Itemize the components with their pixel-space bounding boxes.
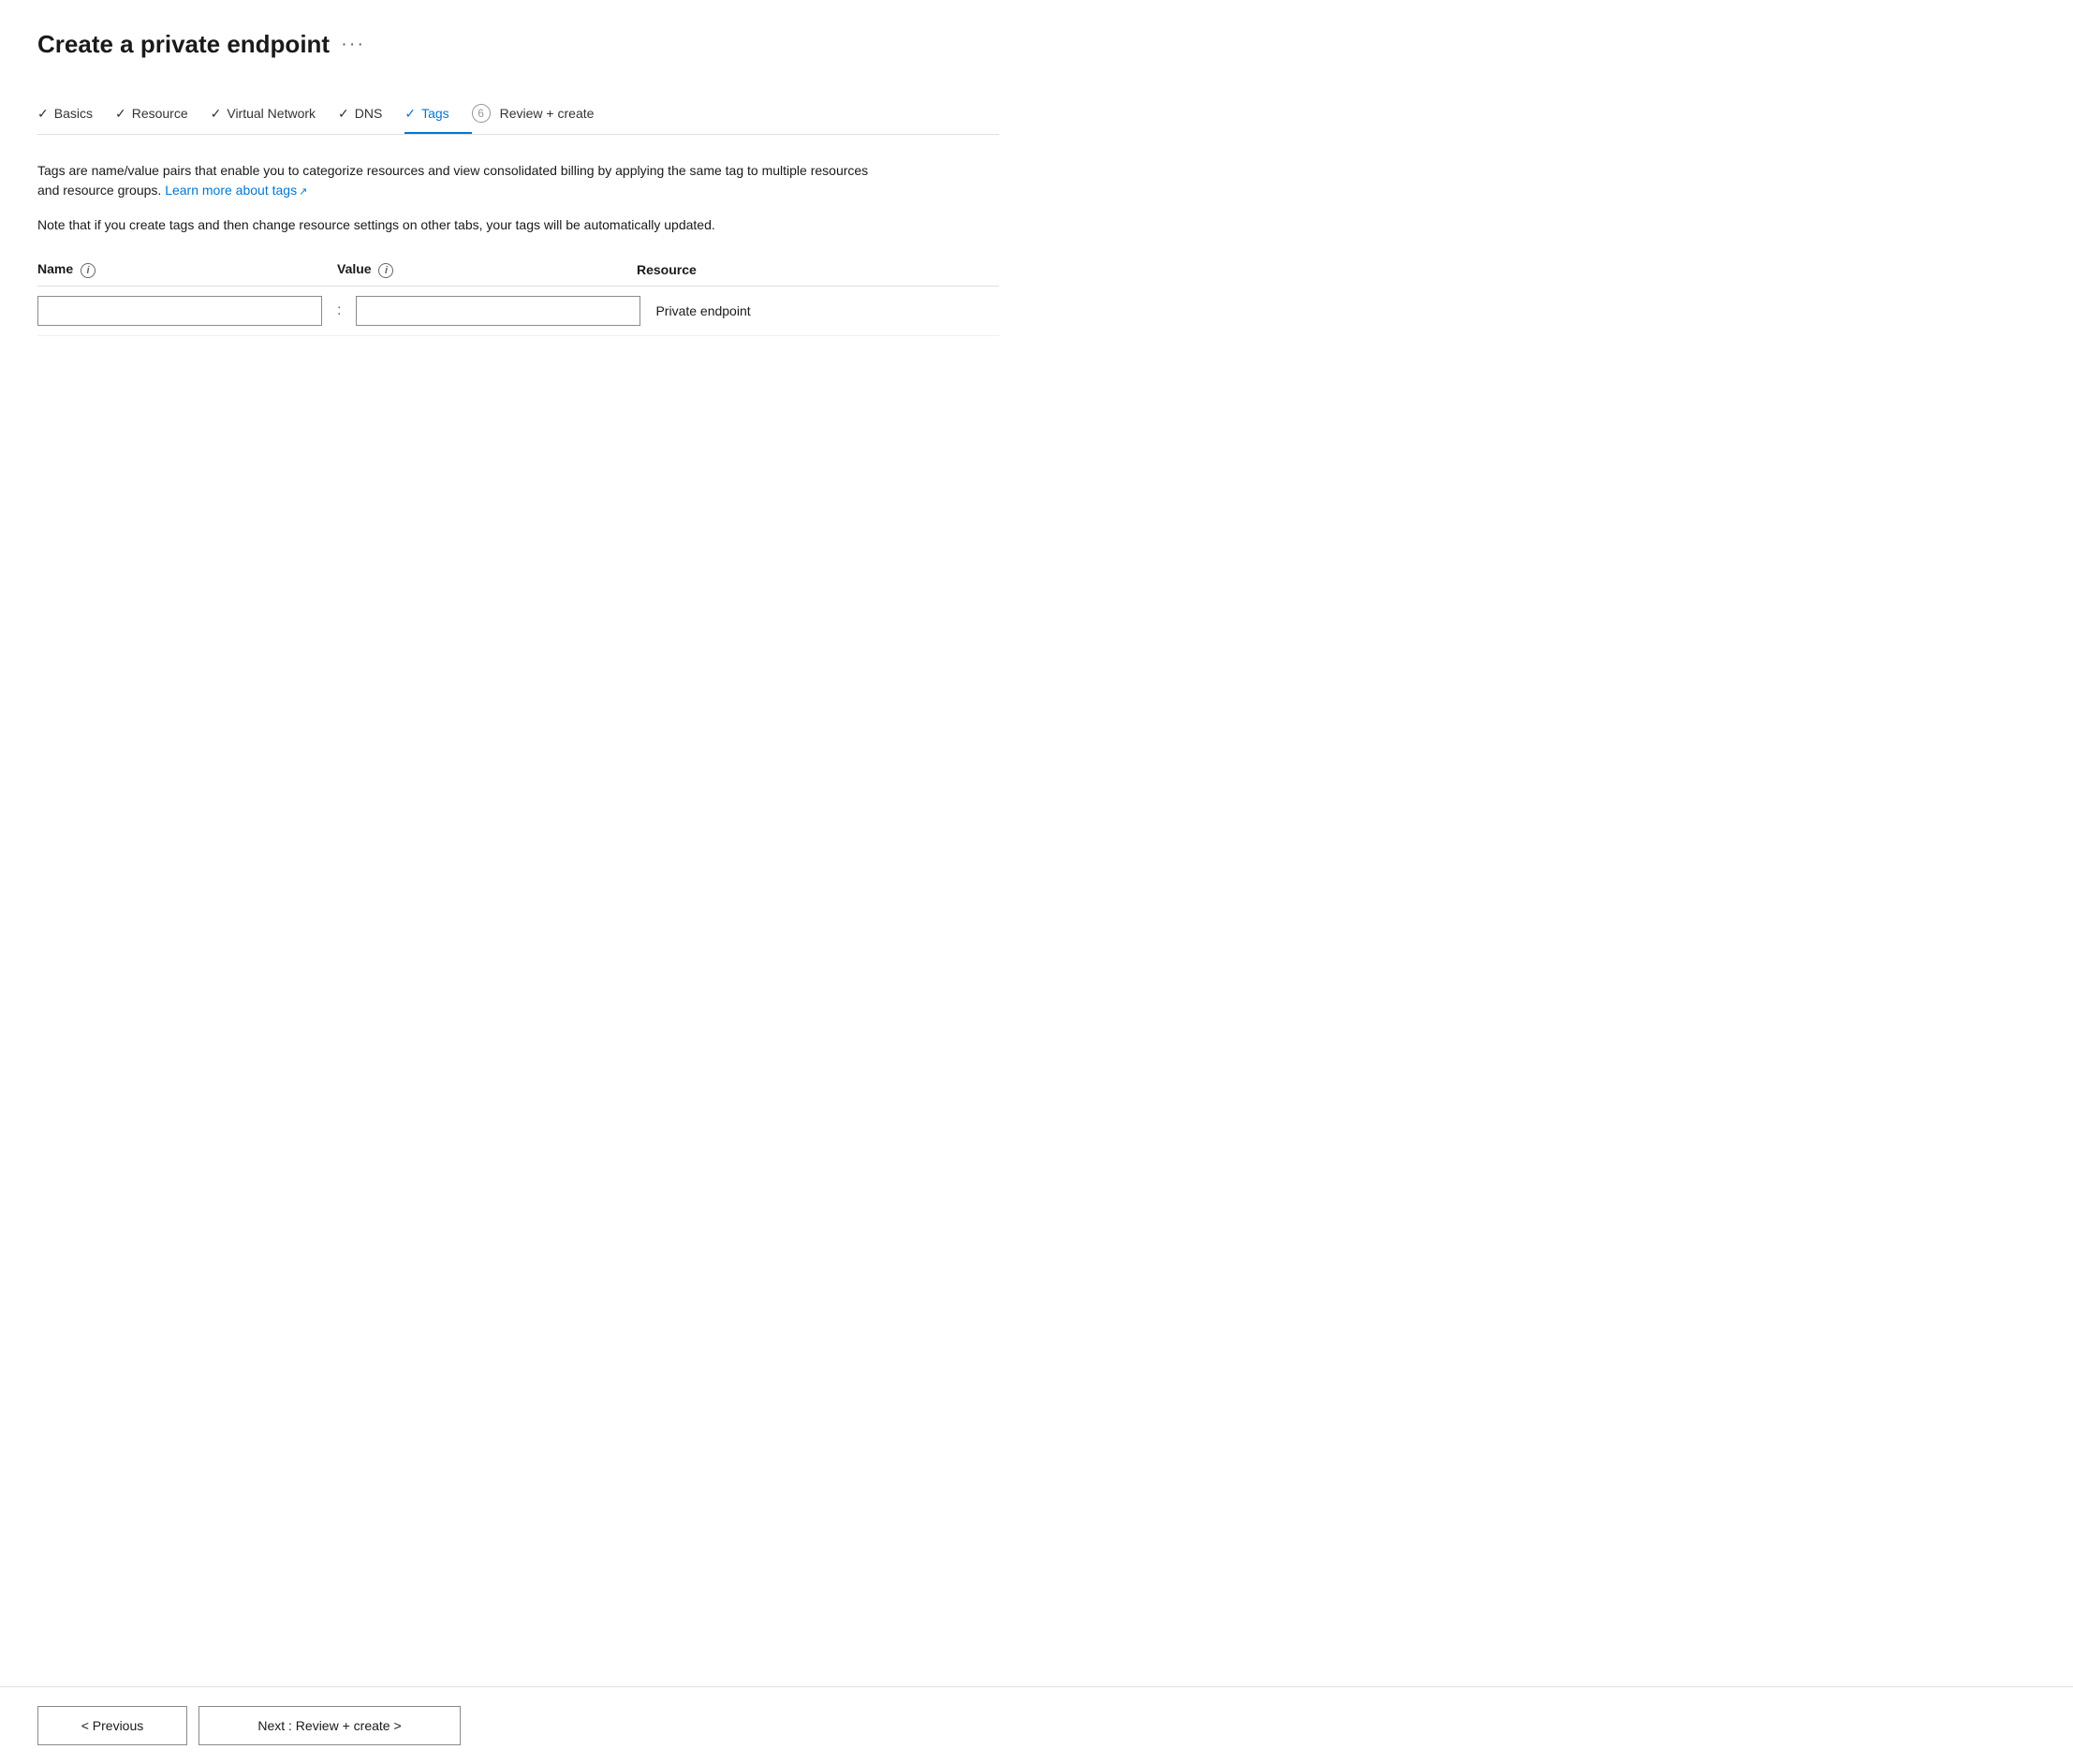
tab-dns-label: DNS [355, 106, 383, 121]
separator: : [337, 302, 341, 319]
tab-basics[interactable]: ✓ Basics [37, 95, 115, 133]
tab-tags[interactable]: ✓ Tags [404, 95, 471, 133]
value-input-cell [356, 296, 655, 326]
tab-review-create-badge: 6 [472, 104, 491, 123]
name-input-cell [37, 296, 337, 326]
check-icon-basics: ✓ [37, 106, 49, 122]
tab-review-create-label: Review + create [500, 106, 595, 121]
check-icon-virtual-network: ✓ [211, 106, 222, 122]
page-title: Create a private endpoint [37, 30, 330, 59]
check-icon-tags: ✓ [404, 106, 416, 122]
page-title-row: Create a private endpoint ··· [37, 30, 999, 59]
tag-name-input[interactable] [37, 296, 322, 326]
tab-basics-label: Basics [54, 106, 93, 121]
note-text: Note that if you create tags and then ch… [37, 215, 880, 235]
col-name-header: Name i [37, 261, 337, 278]
value-info-icon[interactable]: i [378, 263, 393, 278]
col-resource-label: Resource [637, 262, 697, 277]
col-value-label: Value [337, 261, 372, 276]
tab-review-create[interactable]: 6 Review + create [472, 93, 617, 134]
col-name-label: Name [37, 261, 73, 276]
tab-resource[interactable]: ✓ Resource [115, 95, 211, 133]
next-button[interactable]: Next : Review + create > [198, 1706, 461, 1745]
learn-more-text: Learn more about tags [165, 183, 297, 198]
tags-table: Name i Value i Resource : Private endpoi… [37, 261, 999, 336]
col-resource-header: Resource [637, 262, 999, 277]
tab-virtual-network[interactable]: ✓ Virtual Network [211, 95, 338, 133]
tab-virtual-network-label: Virtual Network [227, 106, 316, 121]
external-link-icon: ↗ [299, 186, 307, 198]
tags-table-header: Name i Value i Resource [37, 261, 999, 287]
tag-value-input[interactable] [356, 296, 640, 326]
check-icon-resource: ✓ [115, 106, 126, 122]
page-container: Create a private endpoint ··· ✓ Basics ✓… [0, 0, 1036, 824]
name-info-icon[interactable]: i [81, 263, 96, 278]
resource-value: Private endpoint [655, 303, 750, 318]
tab-dns[interactable]: ✓ DNS [338, 95, 404, 133]
table-row: : Private endpoint [37, 287, 999, 336]
check-icon-dns: ✓ [338, 106, 349, 122]
col-value-header: Value i [337, 261, 637, 278]
tabs-row: ✓ Basics ✓ Resource ✓ Virtual Network ✓ … [37, 93, 999, 135]
previous-button[interactable]: < Previous [37, 1706, 187, 1745]
tab-tags-label: Tags [421, 106, 449, 121]
description-content: Tags are name/value pairs that enable yo… [37, 163, 868, 198]
tab-resource-label: Resource [132, 106, 188, 121]
resource-cell: Private endpoint [655, 303, 999, 318]
footer: < Previous Next : Review + create > [0, 1686, 2073, 1764]
description-text: Tags are name/value pairs that enable yo… [37, 161, 880, 200]
learn-more-link[interactable]: Learn more about tags↗ [165, 183, 307, 198]
title-ellipsis: ··· [341, 34, 365, 55]
